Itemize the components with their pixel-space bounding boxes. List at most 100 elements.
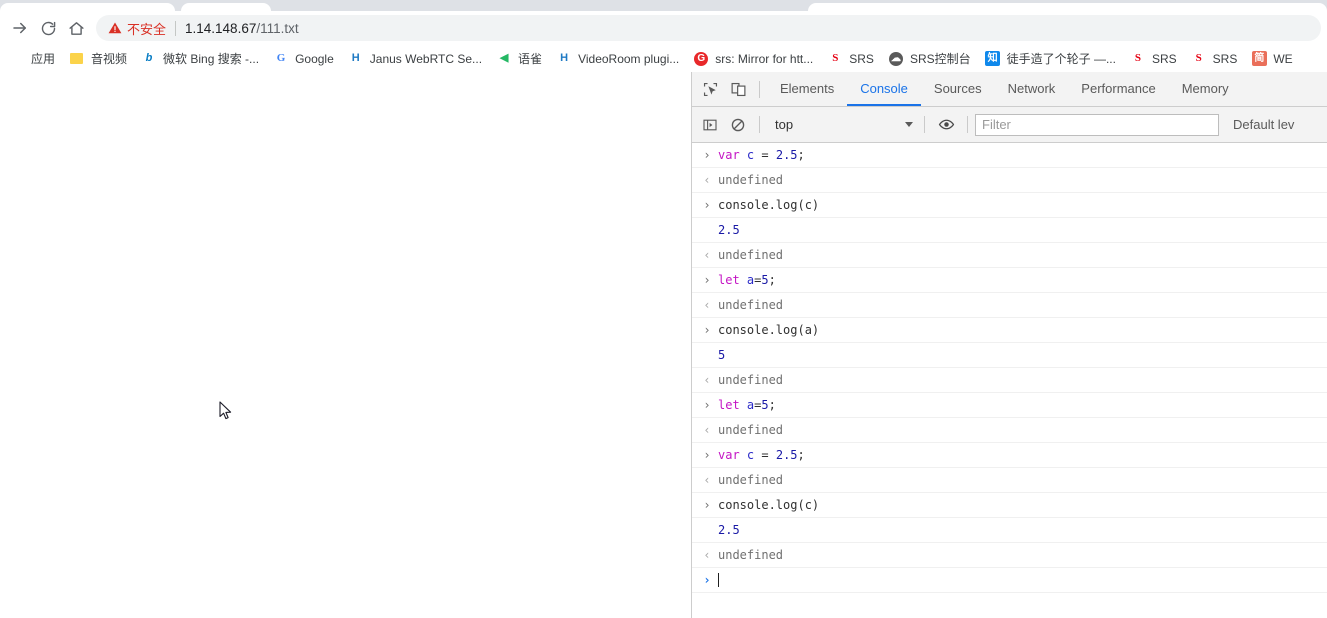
console-text: 5 [718, 348, 726, 362]
bookmark-item[interactable]: Gsrs: Mirror for htt... [686, 48, 820, 70]
bookmark-label: Janus WebRTC Se... [369, 51, 483, 66]
bookmark-item[interactable]: 应用 [2, 48, 62, 70]
srs-icon: S [832, 52, 839, 64]
console-text: undefined [718, 423, 784, 437]
globe-icon: ☁ [888, 51, 903, 66]
bookmark-label: SRS [1212, 51, 1238, 66]
bookmark-label: 微软 Bing 搜索 -... [163, 52, 260, 66]
code-token: ; [797, 448, 805, 462]
output-arrow-icon: ‹ [703, 248, 711, 262]
console-input-row: › let a=5; [692, 393, 1327, 418]
folder-icon [69, 51, 85, 67]
execution-context-select[interactable]: top [767, 114, 917, 136]
output-arrow-icon: ‹ [703, 548, 711, 562]
code-token: console.log(c) [718, 498, 820, 512]
tab-memory[interactable]: Memory [1169, 72, 1242, 106]
tab-performance[interactable]: Performance [1068, 72, 1168, 106]
bookmark-label: WE [1273, 51, 1293, 66]
browser-tab[interactable] [181, 3, 271, 11]
console-sidebar-icon[interactable] [696, 112, 724, 138]
console-text: undefined [718, 298, 784, 312]
filter-input[interactable]: Filter [975, 113, 1219, 136]
bookmark-item[interactable]: S SRS [1123, 48, 1184, 70]
live-expression-icon[interactable] [932, 112, 960, 138]
content-split: Elements Console Sources Network Performance… [0, 72, 1327, 618]
janus-icon: H [351, 52, 360, 64]
console-toolbar: top Filter Default lev [692, 107, 1327, 143]
input-arrow-icon: › [703, 198, 711, 212]
console-message-list[interactable]: › var c = 2.5; ‹ undefined › console.log(c) 2.… [692, 143, 1327, 618]
bookmark-item[interactable]: G Google [266, 48, 341, 70]
tab-gap [271, 0, 808, 11]
bookmark-item[interactable]: b 微软 Bing 搜索 -... [134, 48, 266, 70]
reload-icon[interactable] [34, 14, 62, 42]
url-path: /111.txt [256, 20, 299, 36]
devtools-panel: Elements Console Sources Network Performance… [691, 72, 1327, 618]
bookmark-label: 徒手造了个轮子 —... [1006, 52, 1116, 66]
bookmark-item[interactable]: H VideoRoom plugi... [549, 48, 686, 70]
console-text: console.log(c) [718, 498, 1327, 512]
code-token: ; [768, 398, 776, 412]
console-input-row: › var c = 2.5; [692, 443, 1327, 468]
bookmark-item[interactable]: S SRS [1184, 48, 1245, 70]
tab-network[interactable]: Network [995, 72, 1069, 106]
code-token: 2.5 [775, 148, 798, 162]
tab-console[interactable]: Console [847, 72, 921, 106]
input-arrow-icon: › [703, 448, 711, 462]
toolbar-divider [924, 116, 925, 133]
console-result-row: ‹ undefined [692, 293, 1327, 318]
zhihu-icon: 知 [985, 51, 1001, 67]
browser-tab-active[interactable] [808, 3, 1327, 11]
log-level-select[interactable]: Default lev [1233, 117, 1294, 132]
bookmark-item[interactable]: 简 WE [1244, 48, 1299, 70]
page-viewport[interactable] [0, 72, 691, 618]
device-toolbar-icon[interactable] [724, 76, 752, 102]
jianshu-icon: 简 [1251, 51, 1267, 67]
tab-strip[interactable] [0, 0, 1327, 11]
console-text [718, 573, 1327, 587]
filter-placeholder: Filter [982, 117, 1011, 132]
toolbar-divider [967, 116, 968, 133]
browser-tab[interactable] [0, 3, 175, 11]
home-icon[interactable] [62, 14, 90, 42]
bookmarks-bar[interactable]: 应用 音视频 b 微软 Bing 搜索 -... G Google H Janus WebRT… [0, 45, 1327, 72]
warning-triangle-icon [108, 21, 122, 35]
code-token: = [754, 148, 776, 162]
console-text: undefined [718, 373, 784, 387]
srs-github-icon: G [693, 51, 709, 67]
output-arrow-icon: ‹ [703, 473, 711, 487]
console-prompt-row[interactable]: › [692, 568, 1327, 593]
code-token: ; [768, 273, 776, 287]
input-arrow-icon: › [703, 398, 711, 412]
bookmark-label: SRS [849, 51, 874, 66]
browser-window: 不安全 1.14.148.67/111.txt 应用 音视频 b 微软 Bing 搜索… [0, 0, 1327, 618]
bookmark-item[interactable]: H Janus WebRTC Se... [341, 48, 489, 70]
srs-icon: S [1134, 52, 1142, 64]
code-token: var [718, 148, 740, 162]
output-arrow-icon: ‹ [703, 298, 711, 312]
address-bar[interactable]: 不安全 1.14.148.67/111.txt [96, 15, 1321, 41]
bookmark-item[interactable]: ☁ SRS控制台 [881, 48, 978, 70]
clear-console-icon[interactable] [724, 112, 752, 138]
bookmark-label: VideoRoom plugi... [578, 51, 680, 66]
tab-sources[interactable]: Sources [921, 72, 995, 106]
inspect-element-icon[interactable] [696, 76, 724, 102]
bookmark-item[interactable]: ◀ 语雀 [489, 48, 549, 70]
tab-elements[interactable]: Elements [767, 72, 847, 106]
bookmark-item[interactable]: 音视频 [62, 48, 134, 70]
console-text: 2.5 [718, 523, 740, 537]
console-result-row: ‹ undefined [692, 418, 1327, 443]
bing-icon: b [145, 52, 153, 64]
execution-context-value: top [775, 117, 794, 132]
bookmark-item[interactable]: S SRS [820, 48, 881, 70]
console-text: let a=5; [718, 273, 1327, 287]
code-token: let [718, 398, 740, 412]
forward-icon[interactable] [6, 14, 34, 42]
bookmark-item[interactable]: 知徒手造了个轮子 —... [978, 48, 1123, 70]
console-value-row: 5 [692, 343, 1327, 368]
code-token: console.log(c) [718, 198, 820, 212]
console-result-row: ‹ undefined [692, 368, 1327, 393]
chevron-down-icon [905, 122, 913, 127]
